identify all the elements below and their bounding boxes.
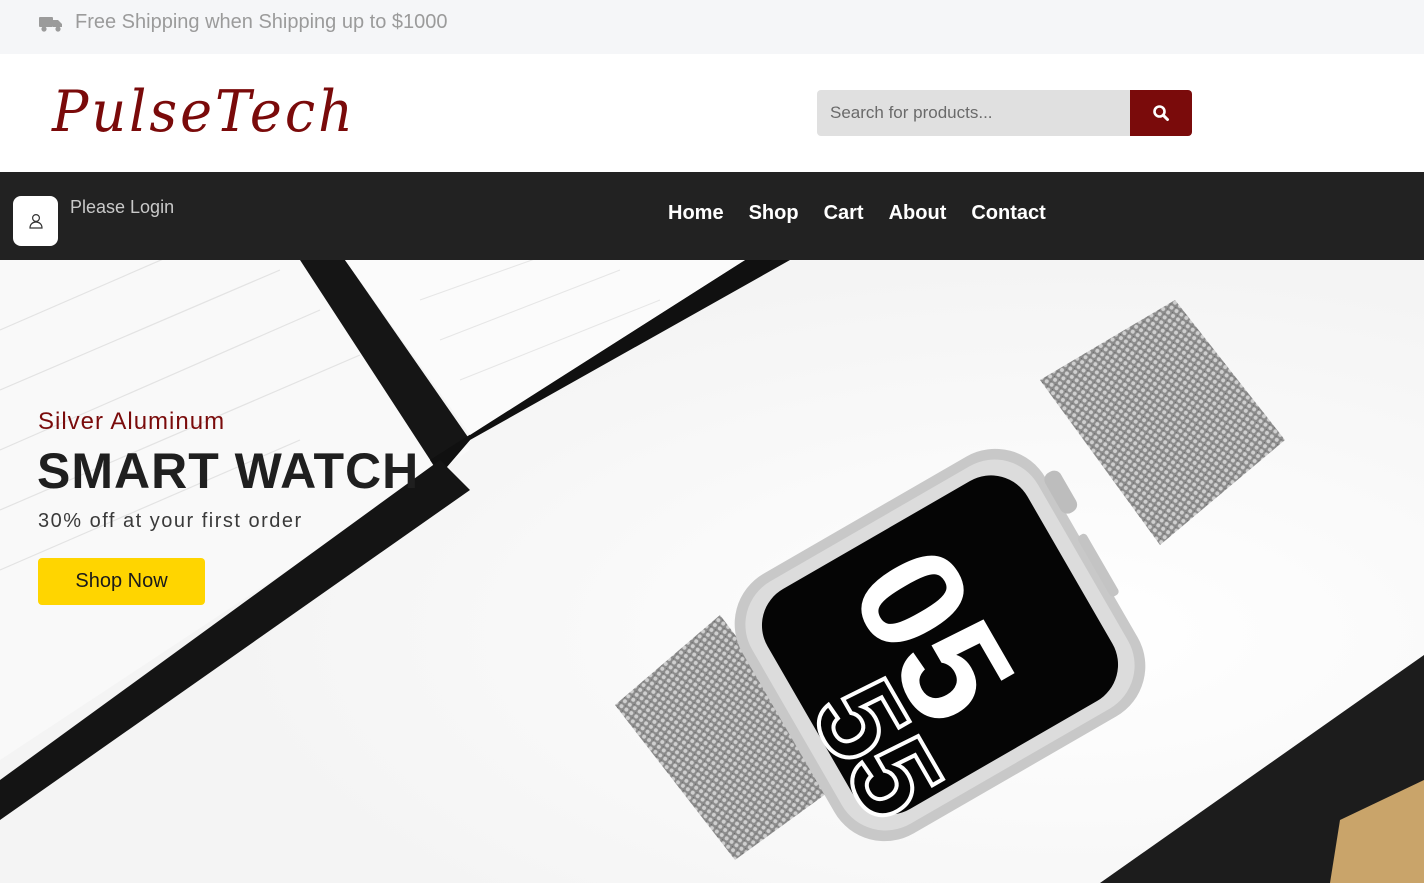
topbar: Free Shipping when Shipping up to $1000 [0,0,1424,54]
nav-link-shop[interactable]: Shop [749,202,799,225]
search-button[interactable] [1130,90,1192,136]
nav-link-home[interactable]: Home [668,202,724,225]
user-account-button[interactable] [13,196,58,246]
hero-offer: 30% off at your first order [38,510,303,532]
main-navbar: Please Login Home Shop Cart About Contac… [0,172,1424,260]
site-logo[interactable]: PulseTech [52,78,356,144]
hero-banner: 05 55 Silver Aluminum SMART WATCH 30% of… [0,260,1424,883]
login-prompt[interactable]: Please Login [70,197,174,218]
shop-now-button[interactable]: Shop Now [38,558,205,605]
search-bar [817,90,1192,136]
header: PulseTech [0,54,1424,172]
search-input[interactable] [817,90,1130,136]
hero-subtitle: Silver Aluminum [38,408,226,435]
nav-link-contact[interactable]: Contact [971,202,1045,225]
hero-title: SMART WATCH [37,443,420,499]
nav-links: Home Shop Cart About Contact [668,202,1071,225]
hero-image: 05 55 [0,260,1424,883]
nav-link-cart[interactable]: Cart [824,202,864,225]
truck-icon [39,17,62,32]
nav-link-about[interactable]: About [889,202,947,225]
search-icon [1153,105,1169,121]
user-icon [28,213,43,229]
shipping-notice: Free Shipping when Shipping up to $1000 [75,11,448,33]
